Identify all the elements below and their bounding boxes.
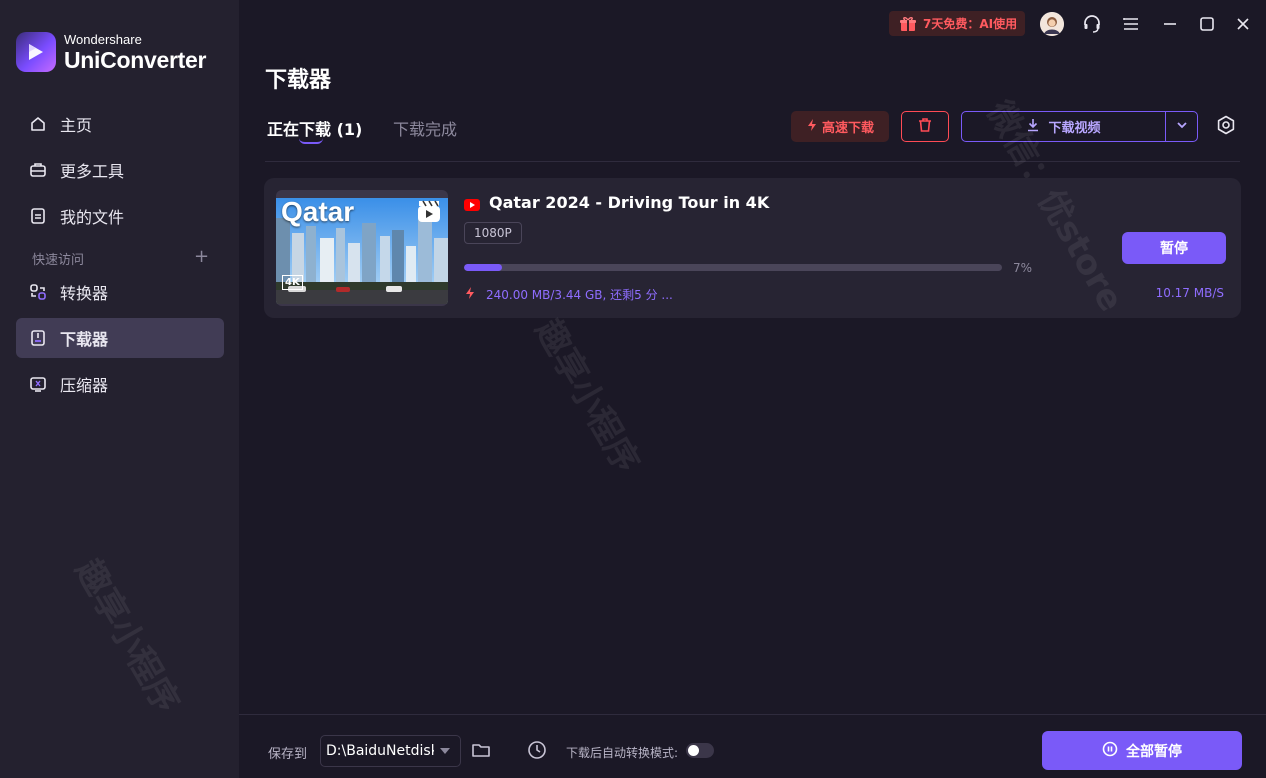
clapperboard-icon xyxy=(416,198,442,228)
footer-bar: 保存到 D:\BaiduNetdisk 下载后自动转换模式: 全部暂停 xyxy=(239,714,1266,778)
tab-downloading[interactable]: 正在下载 (1) xyxy=(267,116,362,140)
youtube-icon xyxy=(464,196,480,215)
brand-main: UniConverter xyxy=(64,46,207,73)
download-progress-fill xyxy=(464,264,502,271)
minimize-icon[interactable] xyxy=(1158,12,1182,36)
sidebar-item-downloader[interactable]: 下载器 xyxy=(16,318,224,358)
folder-icon[interactable] xyxy=(471,741,491,763)
close-icon[interactable] xyxy=(1231,12,1255,36)
chevron-down-icon xyxy=(440,748,450,754)
sidebar-item-label: 转换器 xyxy=(60,284,109,303)
progress-percent: 7% xyxy=(1013,261,1033,275)
pause-all-label: 全部暂停 xyxy=(1126,743,1182,760)
settings-button[interactable] xyxy=(1214,115,1238,139)
quick-access-heading: 快速访问 xyxy=(32,253,85,268)
file-icon xyxy=(28,206,48,226)
pause-button[interactable]: 暂停 xyxy=(1122,232,1226,264)
clock-icon[interactable] xyxy=(527,740,547,764)
brand-sub: Wondershare xyxy=(64,31,142,47)
save-path-value: D:\BaiduNetdisk xyxy=(326,743,434,759)
download-video-label: 下载视频 xyxy=(1048,121,1101,136)
downloader-icon xyxy=(28,328,48,348)
thumbnail-title: Qatar xyxy=(281,196,355,227)
ai-free-trial-promo[interactable]: 7天免费：AI使用 xyxy=(889,11,1025,36)
trash-icon xyxy=(917,117,933,137)
video-title: Qatar 2024 - Driving Tour in 4K xyxy=(489,193,770,212)
download-speed: 10.17 MB/S xyxy=(1155,286,1224,300)
video-thumbnail[interactable]: Qatar 4K xyxy=(276,190,448,306)
pause-circle-icon xyxy=(1102,741,1118,761)
fast-download-button[interactable]: 高速下载 xyxy=(791,111,889,142)
save-to-label: 保存到 xyxy=(268,747,308,762)
tab-completed[interactable]: 下载完成 xyxy=(393,116,457,140)
gear-icon xyxy=(1216,115,1236,139)
toolbox-icon xyxy=(28,160,48,180)
save-path-select[interactable]: D:\BaiduNetdisk xyxy=(320,735,461,767)
download-progress-bar xyxy=(464,264,1002,271)
sidebar-item-converter[interactable]: 转换器 xyxy=(16,272,224,312)
sidebar-item-my-files[interactable]: 我的文件 xyxy=(16,196,224,236)
thumbnail-4k-badge: 4K xyxy=(282,275,303,290)
sidebar-item-home[interactable]: 主页 xyxy=(16,104,224,144)
compressor-icon xyxy=(28,374,48,394)
avatar[interactable] xyxy=(1040,12,1064,36)
menu-icon[interactable] xyxy=(1119,12,1143,36)
promo-text: 7天免费：AI使用 xyxy=(923,17,1018,31)
sidebar-item-label: 压缩器 xyxy=(60,376,109,395)
download-video-button[interactable]: 下载视频 xyxy=(961,111,1198,142)
maximize-icon[interactable] xyxy=(1195,12,1219,36)
download-size-eta: 240.00 MB/3.44 GB, 还剩5 分 ... xyxy=(486,288,673,302)
add-quick-access-button[interactable]: + xyxy=(194,246,209,267)
headset-icon[interactable] xyxy=(1080,12,1104,36)
download-icon xyxy=(1026,118,1040,136)
lightning-icon xyxy=(806,118,818,136)
resolution-badge: 1080P xyxy=(464,222,522,244)
download-video-main[interactable]: 下载视频 xyxy=(962,112,1165,141)
watermark: 趣享小程序 xyxy=(527,312,647,480)
lightning-icon xyxy=(464,286,476,303)
uniconverter-logo-icon xyxy=(16,32,56,72)
gift-icon xyxy=(899,15,917,33)
delete-button[interactable] xyxy=(901,111,949,142)
page-title: 下载器 xyxy=(265,68,332,93)
brand: Wondershare UniConverter xyxy=(16,32,206,72)
converter-icon xyxy=(28,282,48,302)
fast-download-label: 高速下载 xyxy=(821,121,874,136)
home-icon xyxy=(28,114,48,134)
chevron-down-icon xyxy=(1175,117,1189,136)
auto-convert-toggle[interactable] xyxy=(686,743,714,758)
download-stats: 240.00 MB/3.44 GB, 还剩5 分 ... xyxy=(464,286,673,303)
sidebar-item-more-tools[interactable]: 更多工具 xyxy=(16,150,224,190)
sidebar: Wondershare UniConverter 主页 更多工具 我的文件 快速… xyxy=(0,0,239,778)
sidebar-item-label: 更多工具 xyxy=(60,162,125,181)
header-divider xyxy=(265,161,1240,162)
sidebar-item-label: 下载器 xyxy=(60,330,109,349)
sidebar-item-label: 主页 xyxy=(60,116,93,135)
download-task-card[interactable]: Qatar 4K Qatar 2024 - Driving Tour in 4K… xyxy=(264,178,1241,318)
pause-all-button[interactable]: 全部暂停 xyxy=(1042,731,1242,770)
auto-convert-label: 下载后自动转换模式: xyxy=(566,746,679,760)
sidebar-item-compressor[interactable]: 压缩器 xyxy=(16,364,224,404)
tab-active-indicator xyxy=(299,138,323,144)
sidebar-item-label: 我的文件 xyxy=(60,208,125,227)
download-options-dropdown[interactable] xyxy=(1165,112,1197,141)
